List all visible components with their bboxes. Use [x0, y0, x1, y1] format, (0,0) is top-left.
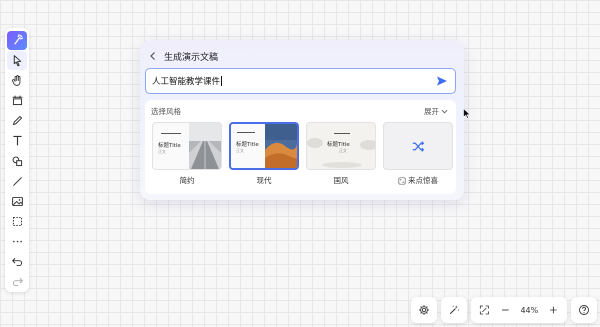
- style-card-surprise[interactable]: 来点惊喜: [383, 122, 453, 186]
- zoom-level: 44%: [520, 305, 539, 315]
- shape-icon: [12, 156, 22, 166]
- back-button[interactable]: [148, 51, 158, 61]
- crop-frame-tool-button[interactable]: [7, 212, 27, 231]
- style-thumb-surprise: [383, 122, 453, 170]
- left-toolbar: [5, 28, 29, 292]
- shuffle-icon: [412, 140, 424, 152]
- frame-icon: [12, 95, 22, 106]
- ai-wand-icon: [13, 34, 23, 45]
- prompt-input[interactable]: 人工智能教学课件: [145, 68, 456, 94]
- magic-wand-icon: [449, 305, 460, 315]
- thumb-decor-line: [237, 132, 255, 133]
- pen-tool-button[interactable]: [7, 111, 27, 130]
- frame-tool-button[interactable]: [7, 91, 27, 110]
- style-thumb-simple: 标题Title 正文: [152, 122, 222, 170]
- crop-frame-icon: [12, 216, 22, 226]
- style-card-simple[interactable]: 标题Title 正文 简约: [152, 122, 222, 186]
- desert-photo: [265, 124, 297, 168]
- thumb-subtitle: 正文: [158, 149, 166, 154]
- road-photo: [189, 123, 221, 169]
- style-selector: 选择风格 展开 标题Title 正文 简约 标题Title 正文 现代 标题Ti…: [145, 100, 456, 194]
- thumb-title: 标题Title: [158, 143, 181, 149]
- zoom-in-icon[interactable]: [548, 304, 559, 316]
- chevron-down-icon: [441, 109, 448, 114]
- mouse-cursor-icon: [463, 108, 471, 119]
- fit-screen-icon[interactable]: [479, 304, 490, 316]
- more-tools-button[interactable]: [7, 232, 27, 251]
- expand-label: 展开: [424, 107, 439, 116]
- ink-wash-decor: [307, 138, 375, 168]
- redo-button[interactable]: [7, 272, 27, 291]
- help-icon: [579, 305, 589, 315]
- style-thumb-chinese: 标题Title 正文: [306, 122, 376, 170]
- send-button[interactable]: [436, 75, 448, 87]
- expand-button[interactable]: 展开: [424, 106, 448, 117]
- text-caret: [221, 76, 223, 86]
- undo-icon: [11, 257, 22, 266]
- style-card-modern[interactable]: 标题Title 正文 现代: [229, 122, 299, 186]
- pen-icon: [12, 116, 22, 126]
- send-icon: [437, 76, 447, 86]
- ai-button[interactable]: [7, 31, 27, 51]
- image-icon: [11, 196, 23, 206]
- panel-title: 生成演示文稿: [164, 52, 219, 63]
- style-card-label-surprise: 来点惊喜: [398, 175, 438, 186]
- style-label: 选择风格: [151, 107, 181, 116]
- generate-presentation-panel: 生成演示文稿 人工智能教学课件 选择风格 展开 标题Title 正文 简约 标题…: [140, 40, 464, 200]
- dice-icon: [398, 176, 406, 185]
- text-icon: [12, 136, 22, 146]
- settings-button[interactable]: [411, 297, 437, 323]
- hand-icon: [11, 75, 20, 87]
- style-card-chinese[interactable]: 标题Title 正文 国风: [306, 122, 376, 186]
- style-card-label: 国风: [333, 176, 349, 185]
- more-icon: [12, 240, 22, 243]
- image-tool-button[interactable]: [7, 192, 27, 211]
- surprise-label: 来点惊喜: [408, 176, 438, 185]
- thumb-decor-line: [161, 133, 181, 134]
- shape-tool-button[interactable]: [7, 151, 27, 170]
- zoom-out-icon[interactable]: [500, 304, 511, 316]
- undo-button[interactable]: [7, 252, 27, 271]
- zoom-controls: 44%: [471, 297, 567, 323]
- select-icon: [13, 55, 21, 67]
- style-cards: 标题Title 正文 简约 标题Title 正文 现代 标题Title 正文 国…: [152, 122, 453, 186]
- chevron-left-icon: [150, 52, 155, 60]
- hand-tool-button[interactable]: [7, 71, 27, 90]
- line-icon: [12, 176, 22, 186]
- style-thumb-modern: 标题Title 正文: [229, 122, 299, 170]
- ai-assist-button[interactable]: [441, 297, 467, 323]
- style-card-label: 现代: [256, 176, 272, 185]
- style-card-label: 简约: [179, 176, 195, 185]
- thumb-subtitle: 正文: [236, 148, 244, 153]
- line-tool-button[interactable]: [7, 172, 27, 191]
- redo-icon: [12, 277, 23, 287]
- prompt-value: 人工智能教学课件: [152, 77, 221, 87]
- panel-header: 生成演示文稿: [148, 48, 218, 64]
- select-tool-button[interactable]: [7, 51, 27, 71]
- gear-icon: [419, 305, 429, 315]
- text-tool-button[interactable]: [7, 131, 27, 150]
- help-button[interactable]: [571, 297, 597, 323]
- thumb-title: 标题Title: [236, 142, 259, 148]
